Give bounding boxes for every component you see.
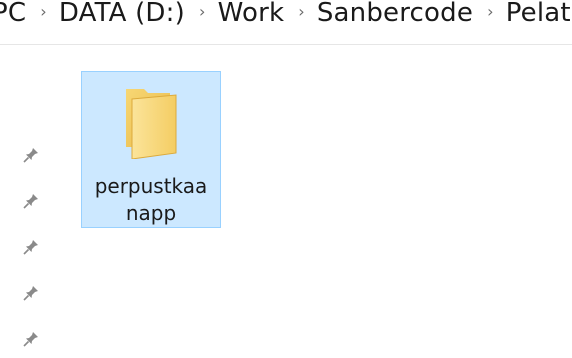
pin-icon[interactable]: [18, 234, 44, 260]
breadcrumb-item-pelatihan[interactable]: Pelatihan: [506, 0, 572, 28]
folder-icon: [126, 89, 177, 159]
breadcrumb-item-data-drive[interactable]: DATA (D:): [59, 0, 185, 28]
breadcrumb-item-pc[interactable]: PC: [0, 0, 26, 28]
breadcrumb-item-work[interactable]: Work: [218, 0, 285, 28]
address-bar-divider: [0, 44, 572, 45]
pin-icon[interactable]: [18, 142, 44, 168]
chevron-right-icon[interactable]: ›: [487, 2, 494, 21]
chevron-right-icon[interactable]: ›: [298, 2, 305, 21]
folder-item[interactable]: perpustkaanapp: [81, 71, 221, 228]
chevron-right-icon[interactable]: ›: [199, 2, 206, 21]
pin-icon[interactable]: [18, 188, 44, 214]
folder-name-label: perpustkaanapp: [94, 174, 208, 225]
breadcrumb: PC › DATA (D:) › Work › Sanbercode › Pel…: [0, 0, 572, 36]
chevron-right-icon[interactable]: ›: [40, 2, 47, 21]
pin-icon[interactable]: [18, 280, 44, 306]
quick-access-pins: [18, 142, 48, 358]
pin-icon[interactable]: [18, 326, 44, 352]
file-explorer-window: PC › DATA (D:) › Work › Sanbercode › Pel…: [0, 0, 572, 358]
breadcrumb-item-sanbercode[interactable]: Sanbercode: [317, 0, 473, 28]
